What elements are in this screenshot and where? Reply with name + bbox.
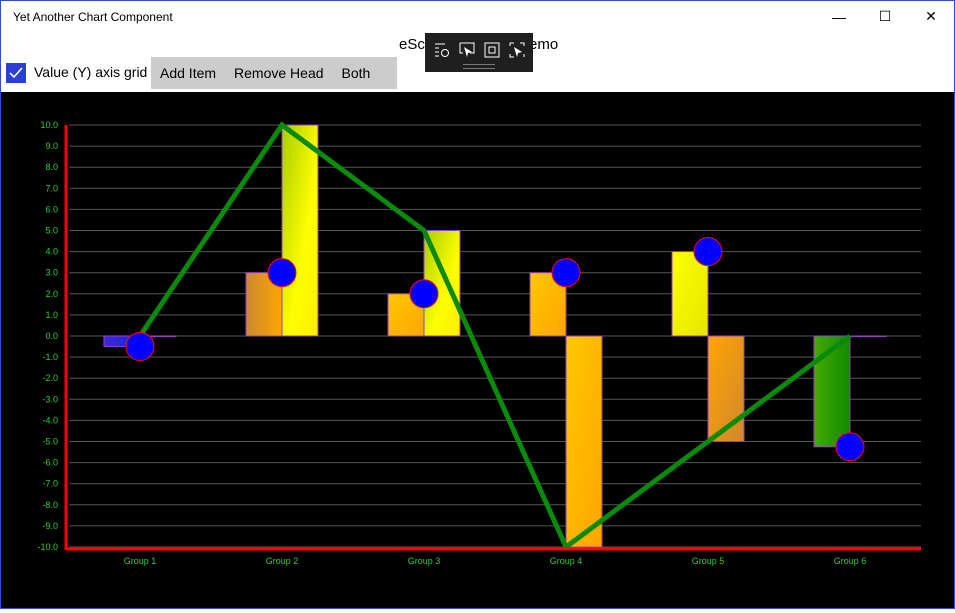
action-buttons: Add Item Remove Head Both [151, 57, 397, 89]
y-tick-label: -1.0 [42, 352, 58, 362]
x-tick-label: Group 4 [550, 556, 583, 566]
x-tick-label: Group 2 [266, 556, 299, 566]
y-tick-label: 2.0 [45, 289, 58, 299]
maximize-button[interactable]: ☐ [862, 1, 908, 32]
title-bar: Yet Another Chart Component — ☐ ✕ [1, 1, 954, 32]
window-title: Yet Another Chart Component [13, 10, 173, 24]
y-tick-label: -2.0 [42, 373, 58, 383]
y-tick-label: 4.0 [45, 247, 58, 257]
bar-chart: 10.0 9.0 8.0 7.0 6.0 5.0 4.0 3.0 2.0 1.0 0.0 -1.0 -2… [37, 120, 921, 566]
y-tick-label: -5.0 [42, 437, 58, 447]
track-focus-icon[interactable] [508, 41, 526, 59]
y-tick-label: 3.0 [45, 268, 58, 278]
y-tick-label: 5.0 [45, 226, 58, 236]
x-tick-label: Group 1 [124, 556, 157, 566]
chart-area: 10.0 9.0 8.0 7.0 6.0 5.0 4.0 3.0 2.0 1.0 0.0 -1.0 -2… [1, 92, 954, 608]
y-tick-label: -3.0 [42, 394, 58, 404]
gridlines-checkbox-label[interactable]: Value (Y) axis grid [34, 64, 147, 80]
scatter-point [835, 432, 865, 462]
y-tick-label: -6.0 [42, 458, 58, 468]
bar [813, 335, 851, 448]
y-tick-label: 1.0 [45, 310, 58, 320]
display-layout-adorners-icon[interactable] [483, 41, 501, 59]
toolbar-grip[interactable] [463, 64, 495, 69]
y-tick-label: 10.0 [40, 120, 58, 130]
page-title-start: eSc [399, 36, 425, 53]
both-button[interactable]: Both [333, 65, 380, 81]
y-tick-label: 6.0 [45, 204, 58, 214]
close-button[interactable]: ✕ [908, 1, 954, 32]
gridlines-checkbox[interactable] [6, 63, 26, 83]
minimize-button[interactable]: — [816, 1, 862, 32]
x-tick-label: Group 6 [834, 556, 867, 566]
y-tick-label: -9.0 [42, 521, 58, 531]
scatter-point [267, 258, 297, 288]
bar [281, 124, 319, 337]
live-visual-tree-icon[interactable] [433, 41, 451, 59]
y-tick-label: 7.0 [45, 183, 58, 193]
bar [849, 335, 887, 337]
y-tick-label: 0.0 [45, 331, 58, 341]
remove-head-button[interactable]: Remove Head [225, 65, 333, 81]
y-tick-label: -8.0 [42, 500, 58, 510]
y-tick-label: 9.0 [45, 141, 58, 151]
y-tick-label: -10.0 [37, 542, 58, 552]
add-item-button[interactable]: Add Item [151, 65, 225, 81]
y-tick-label: 8.0 [45, 162, 58, 172]
page-title-end: emo [529, 36, 559, 53]
x-tick-label: Group 3 [408, 556, 441, 566]
y-tick-label: -4.0 [42, 415, 58, 425]
bar [565, 335, 603, 548]
scatter-point [409, 279, 439, 309]
x-tick-label: Group 5 [692, 556, 725, 566]
checkmark-icon [9, 67, 23, 79]
xaml-debug-toolbar [425, 33, 533, 72]
scatter-point [125, 332, 155, 362]
select-element-icon[interactable] [458, 41, 476, 59]
scatter-point [551, 258, 581, 288]
y-tick-label: -7.0 [42, 479, 58, 489]
scatter-point [693, 237, 723, 267]
